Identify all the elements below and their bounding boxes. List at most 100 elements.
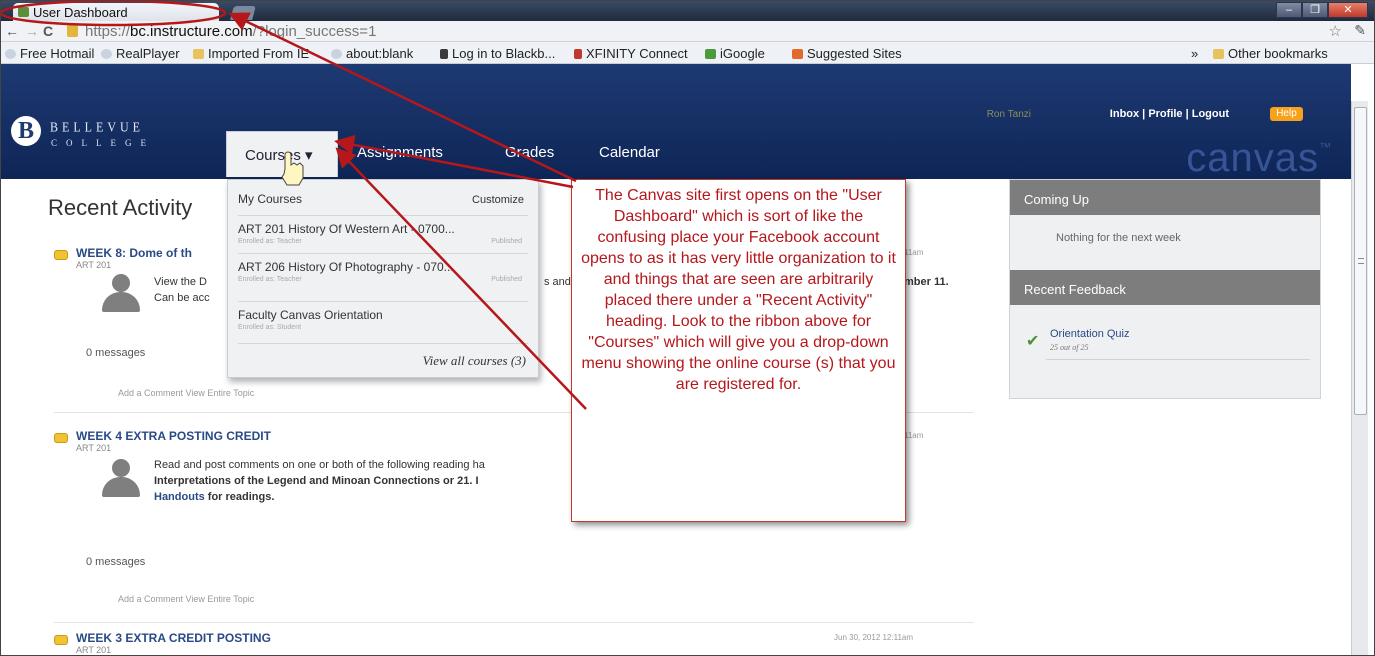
- avatar: [100, 274, 140, 314]
- address-bar[interactable]: https://bc.instructure.com/?login_succes…: [63, 22, 1308, 41]
- grip-icon: [1358, 258, 1364, 264]
- canvas-favicon-icon: [18, 7, 29, 17]
- dropdown-course-item[interactable]: Faculty Canvas Orientation Enrolled as: …: [238, 301, 528, 341]
- topic-text-line: Can be acc: [154, 292, 210, 304]
- folder-icon: [1213, 49, 1224, 59]
- divider: [238, 343, 528, 344]
- course-name: Faculty Canvas Orientation: [238, 308, 383, 322]
- bookmark-igoogle[interactable]: iGoogle: [705, 46, 765, 61]
- dropdown-title: My Courses: [238, 192, 303, 206]
- recent-feedback-header: Recent Feedback: [1010, 270, 1320, 305]
- nav-grades[interactable]: Grades: [505, 144, 554, 161]
- courses-dropdown-menu: My Courses Customize ART 201 History Of …: [227, 179, 539, 378]
- coming-up-header: Coming Up: [1010, 180, 1320, 215]
- wrench-icon[interactable]: ✎: [1354, 22, 1366, 39]
- bellevue-logo-icon[interactable]: B: [11, 116, 41, 146]
- bookmark-imported-from-ie[interactable]: Imported From IE: [193, 46, 309, 61]
- back-arrow-icon[interactable]: ←: [5, 23, 19, 39]
- user-links[interactable]: Inbox | Profile | Logout: [1110, 108, 1229, 120]
- topic-actions[interactable]: Add a Comment View Entire Topic: [118, 388, 254, 398]
- topic-text-line: Handouts for readings.: [154, 489, 274, 505]
- folder-icon: [193, 49, 204, 59]
- bookmark-label: Free Hotmail: [20, 46, 95, 61]
- globe-icon: [5, 49, 16, 59]
- quiz-score: 25 out of 25: [1050, 343, 1089, 352]
- canvas-brand-logo: canvas: [1186, 136, 1319, 180]
- divider: [1046, 359, 1310, 360]
- nav-assignments[interactable]: Assignments: [357, 144, 443, 161]
- view-all-courses-link[interactable]: View all courses (3): [423, 353, 526, 369]
- customize-link[interactable]: Customize: [472, 194, 524, 206]
- bookmark-xfinity[interactable]: XFINITY Connect: [574, 46, 688, 61]
- course-name: ART 201 History Of Western Art - 0700...: [238, 222, 455, 236]
- logo-wordmark-bottom: COLLEGE: [51, 138, 155, 148]
- minimize-button[interactable]: –: [1276, 2, 1302, 18]
- nav-calendar[interactable]: Calendar: [599, 144, 660, 161]
- dropdown-course-item[interactable]: ART 206 History Of Photography - 070... …: [238, 253, 528, 289]
- xfinity-icon: [574, 49, 582, 59]
- logo-wordmark-top: BELLEVUE: [50, 119, 144, 135]
- igoogle-icon: [705, 49, 716, 59]
- avatar: [100, 459, 140, 499]
- forward-arrow-icon[interactable]: →: [25, 23, 39, 39]
- topic-actions[interactable]: Add a Comment View Entire Topic: [118, 594, 254, 604]
- handouts-link[interactable]: Handouts: [154, 491, 205, 503]
- course-status: Published: [491, 238, 522, 245]
- new-tab-button[interactable]: [230, 6, 256, 20]
- page-scrollbar[interactable]: [1351, 101, 1368, 655]
- user-name[interactable]: Ron Tanzi: [987, 109, 1031, 120]
- bookmark-label: Other bookmarks: [1228, 46, 1328, 61]
- topic-title[interactable]: WEEK 3 EXTRA CREDIT POSTING: [76, 631, 271, 645]
- scrollbar-thumb[interactable]: [1354, 107, 1367, 415]
- bookmarks-overflow-chevron[interactable]: »: [1191, 46, 1198, 61]
- canvas-header: B BELLEVUE COLLEGE Courses ▾ Assignments…: [1, 64, 1351, 180]
- topic-title[interactable]: WEEK 8: Dome of th: [76, 246, 192, 260]
- bookmark-blackboard[interactable]: Log in to Blackb...: [440, 46, 555, 61]
- quiz-link[interactable]: Orientation Quiz: [1050, 328, 1129, 340]
- topic-course: ART 201: [76, 260, 112, 270]
- url-path: /?login_success=1: [252, 23, 377, 40]
- bookmark-realplayer[interactable]: RealPlayer: [101, 46, 180, 61]
- bookmarks-bar: Free Hotmail RealPlayer Imported From IE…: [1, 42, 1374, 64]
- bookmark-label: iGoogle: [720, 46, 765, 61]
- nav-courses[interactable]: Courses ▾: [226, 131, 338, 177]
- bookmark-star-icon[interactable]: ☆: [1329, 22, 1342, 40]
- message-count[interactable]: 0 messages: [86, 347, 145, 359]
- topic-text-fragment: for readings.: [204, 491, 275, 503]
- bookmark-suggested-sites[interactable]: Suggested Sites: [792, 46, 902, 61]
- bookmark-free-hotmail[interactable]: Free Hotmail: [5, 46, 94, 61]
- bookmark-label: Suggested Sites: [807, 46, 902, 61]
- topic-title[interactable]: WEEK 4 EXTRA POSTING CREDIT: [76, 429, 271, 443]
- window-title-bar: User Dashboard – ❐ ✕: [1, 1, 1374, 21]
- browser-toolbar: ← → C https://bc.instructure.com/?login_…: [1, 21, 1374, 42]
- topic-date: Jun 30, 2012 12:11am: [834, 633, 914, 642]
- course-role: Enrolled as: Teacher: [238, 276, 302, 283]
- screenshot-frame: User Dashboard – ❐ ✕ ← → C https://bc.in…: [0, 0, 1375, 656]
- message-count[interactable]: 0 messages: [86, 556, 145, 568]
- help-button[interactable]: Help: [1270, 107, 1303, 121]
- globe-icon: [331, 49, 342, 59]
- topic-date: 11am: [904, 431, 924, 440]
- feedback-icon: ✔: [1026, 333, 1040, 350]
- topic-text-line: Interpretations of the Legend and Minoan…: [154, 475, 479, 487]
- bookmark-label: Log in to Blackb...: [452, 46, 556, 61]
- tab-title: User Dashboard: [33, 5, 128, 20]
- topic-course: ART 201: [76, 443, 112, 453]
- course-role: Enrolled as: Teacher: [238, 238, 302, 245]
- page-title: Recent Activity: [48, 195, 193, 220]
- discussion-icon: [54, 250, 68, 260]
- close-button[interactable]: ✕: [1328, 2, 1368, 18]
- browser-tab[interactable]: User Dashboard: [13, 3, 219, 21]
- topic-text-line: View the D: [154, 276, 207, 288]
- reload-icon[interactable]: C: [43, 23, 53, 39]
- course-name: ART 206 History Of Photography - 070...: [238, 260, 454, 274]
- maximize-button[interactable]: ❐: [1302, 2, 1328, 18]
- topic-text-line: Read and post comments on one or both of…: [154, 459, 485, 471]
- lock-icon: [67, 25, 78, 37]
- bookmark-other-bookmarks[interactable]: Other bookmarks: [1213, 46, 1328, 61]
- right-sidebar: Coming Up Nothing for the next week Rece…: [1009, 179, 1321, 399]
- dropdown-course-item[interactable]: ART 201 History Of Western Art - 0700...…: [238, 215, 528, 251]
- main-nav: Courses ▾ Assignments Grades Calendar: [226, 131, 746, 177]
- bookmark-about-blank[interactable]: about:blank: [331, 46, 413, 61]
- blackboard-icon: [440, 49, 448, 59]
